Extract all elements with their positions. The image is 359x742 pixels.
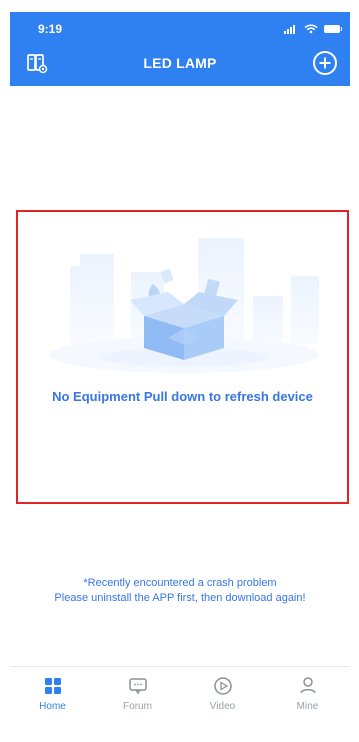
battery-icon (324, 25, 342, 33)
app-screen: 9:19 LED LAMP No Equipment Pull down to … (0, 0, 359, 742)
tab-home[interactable]: Home (18, 675, 88, 712)
signal-icon (284, 24, 298, 34)
top-app-bar: 9:19 LED LAMP (10, 12, 350, 86)
tab-video[interactable]: Video (188, 675, 258, 712)
navigation-header: LED LAMP (10, 50, 350, 80)
wifi-icon (304, 24, 318, 34)
tab-home-label: Home (39, 701, 66, 712)
tab-forum-label: Forum (123, 701, 152, 712)
video-play-icon (213, 677, 232, 695)
bottom-tab-bar: Home Forum Video Mine (10, 666, 350, 726)
user-icon (299, 677, 316, 694)
home-content: No Equipment Pull down to refresh device… (10, 86, 350, 666)
empty-state-panel[interactable]: No Equipment Pull down to refresh device (16, 210, 349, 504)
add-device-icon[interactable] (312, 50, 338, 76)
empty-box-illustration (49, 238, 319, 373)
notice-line-2: Please uninstall the APP first, then dow… (54, 592, 306, 604)
status-bar: 9:19 (10, 22, 350, 40)
home-grid-icon (44, 678, 61, 694)
crash-notice: *Recently encountered a crash problem Pl… (10, 576, 350, 606)
status-icons (284, 24, 342, 34)
tab-video-label: Video (209, 701, 236, 712)
tab-mine[interactable]: Mine (273, 675, 343, 712)
empty-state-message: No Equipment Pull down to refresh device (52, 389, 313, 404)
tab-forum[interactable]: Forum (103, 675, 173, 712)
status-time: 9:19 (38, 22, 63, 36)
tab-mine-label: Mine (296, 701, 319, 712)
forum-chat-icon (128, 678, 147, 695)
notice-line-1: *Recently encountered a crash problem (83, 577, 277, 589)
page-title: LED LAMP (143, 55, 217, 71)
